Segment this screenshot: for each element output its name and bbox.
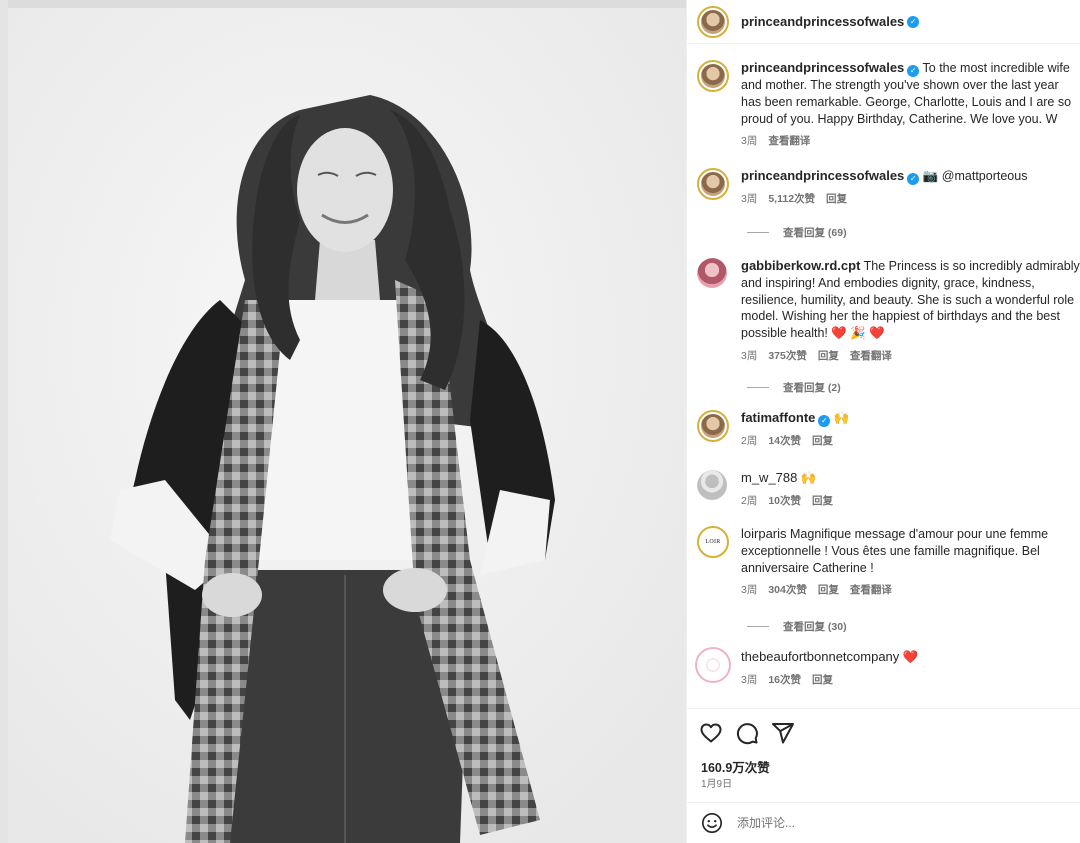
comment-text: 🙌 <box>833 411 850 425</box>
list-item: gabbiberkow.rd.cpt The Princess is so in… <box>697 258 1080 363</box>
reply-button[interactable]: 回复 <box>812 433 833 448</box>
comments-list[interactable]: princeandprincessofwales ✓ To the most in… <box>687 44 1080 708</box>
comment-time[interactable]: 3周 <box>741 191 757 206</box>
verified-badge-icon: ✓ <box>907 65 920 77</box>
comment-avatar[interactable] <box>697 60 729 92</box>
view-replies-button[interactable]: 查看回复 (69) <box>747 225 847 240</box>
author-avatar[interactable] <box>697 5 729 38</box>
comment-likes[interactable]: 5,112次赞 <box>768 191 815 206</box>
translate-button[interactable]: 查看翻译 <box>850 348 892 363</box>
comment-likes[interactable]: 304次赞 <box>768 582 807 597</box>
view-replies-button[interactable]: 查看回复 (2) <box>747 380 841 395</box>
list-item: princeandprincessofwales ✓ 📷 @mattporteou… <box>697 168 1080 206</box>
view-replies-label[interactable]: 查看回复 (69) <box>783 225 847 240</box>
list-item: fatimaffonte ✓ 🙌 2周 14次赞 回复 <box>697 410 1080 448</box>
paper-plane-icon[interactable] <box>771 721 795 745</box>
reply-button[interactable]: 回复 <box>812 672 833 687</box>
comment-likes[interactable]: 16次赞 <box>768 672 801 687</box>
comment-text: 🙌 <box>800 471 817 485</box>
comment-avatar[interactable] <box>697 168 729 200</box>
comment-time[interactable]: 3周 <box>741 672 757 687</box>
verified-badge-icon: ✓ <box>907 173 920 185</box>
likes-count[interactable]: 160.9万次赞 <box>701 757 770 776</box>
comment-avatar[interactable] <box>697 410 729 442</box>
translate-button[interactable]: 查看翻译 <box>850 582 892 597</box>
comment-avatar[interactable] <box>697 470 729 502</box>
reply-button[interactable]: 回复 <box>818 348 839 363</box>
comment-username[interactable]: princeandprincessofwales <box>741 60 904 75</box>
comment-text: ❤️ <box>902 650 919 664</box>
comment-text: Magnifique message d'amour pour une femm… <box>741 527 1049 575</box>
view-replies-label[interactable]: 查看回复 (2) <box>783 380 841 395</box>
post-sidebar: princeandprincessofwales ✓ princeandprin… <box>686 0 1080 843</box>
heart-outline-icon[interactable] <box>699 721 723 745</box>
comment-time[interactable]: 2周 <box>741 493 757 508</box>
post-photo <box>0 0 686 843</box>
verified-badge-icon: ✓ <box>818 415 831 427</box>
comment-time[interactable]: 3周 <box>741 348 757 363</box>
caption-comment: princeandprincessofwales ✓ To the most in… <box>697 60 1080 148</box>
replies-divider <box>747 626 769 627</box>
comment-username[interactable]: m_w_788 <box>741 470 797 485</box>
comment-time[interactable]: 3周 <box>741 582 757 597</box>
comment-likes[interactable]: 10次赞 <box>768 493 801 508</box>
list-item: thebeaufortbonnetcompany ❤️ 3周 16次赞 回复 <box>697 649 1080 687</box>
comment-avatar[interactable]: LOIR <box>697 526 729 558</box>
comment-username[interactable]: princeandprincessofwales <box>741 168 904 183</box>
comment-avatar[interactable] <box>697 649 729 681</box>
speech-bubble-icon[interactable] <box>735 721 759 745</box>
comment-likes[interactable]: 14次赞 <box>768 433 801 448</box>
comment-input[interactable] <box>737 816 1037 830</box>
comment-text[interactable]: 📷 @mattporteous <box>923 169 1028 183</box>
comment-composer <box>687 802 1080 843</box>
comment-time[interactable]: 2周 <box>741 433 757 448</box>
comment-username[interactable]: thebeaufortbonnetcompany <box>741 649 899 664</box>
comment-username[interactable]: fatimaffonte <box>741 410 815 425</box>
comment-time[interactable]: 3周 <box>741 133 757 148</box>
view-replies-button[interactable]: 查看回复 (30) <box>747 619 847 634</box>
reply-button[interactable]: 回复 <box>818 582 839 597</box>
comment-username[interactable]: loirparis <box>741 526 787 541</box>
comment-likes[interactable]: 375次赞 <box>768 348 807 363</box>
reply-button[interactable]: 回复 <box>812 493 833 508</box>
photo-illustration <box>8 8 686 843</box>
avatar-logo-text: LOIR <box>701 530 725 554</box>
post-date[interactable]: 1月9日 <box>701 775 732 790</box>
post-actions: 160.9万次赞 1月9日 <box>687 708 1080 802</box>
comment-avatar[interactable] <box>697 258 729 290</box>
post-header: princeandprincessofwales ✓ <box>687 0 1080 44</box>
replies-divider <box>747 232 769 233</box>
view-replies-label[interactable]: 查看回复 (30) <box>783 619 847 634</box>
list-item: LOIR loirparis Magnifique message d'amou… <box>697 526 1080 597</box>
comment-username[interactable]: gabbiberkow.rd.cpt <box>741 258 860 273</box>
translate-button[interactable]: 查看翻译 <box>768 133 810 148</box>
list-item: m_w_788 🙌 2周 10次赞 回复 <box>697 470 1080 508</box>
author-username[interactable]: princeandprincessofwales <box>741 14 904 29</box>
smiley-icon[interactable] <box>701 812 723 834</box>
replies-divider <box>747 387 769 388</box>
reply-button[interactable]: 回复 <box>826 191 847 206</box>
verified-badge-icon: ✓ <box>907 15 920 28</box>
